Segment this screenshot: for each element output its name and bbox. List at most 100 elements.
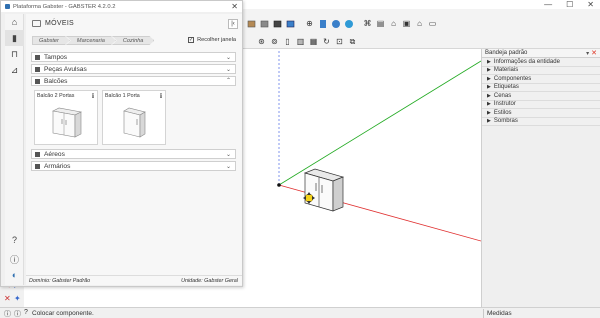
measurements-box[interactable]: Medidas: [483, 309, 600, 318]
product-card[interactable]: Balcão 2 Portas i: [34, 90, 98, 145]
close-icon[interactable]: ✕: [587, 0, 594, 9]
expand-arrow-icon: ▶: [487, 101, 491, 108]
box-icon[interactable]: [259, 18, 270, 29]
category-bullet-icon: [35, 163, 40, 169]
category-bullet-icon: [35, 151, 40, 157]
help-icon[interactable]: ?: [5, 232, 24, 248]
chevron-down-icon: ⌄: [225, 164, 231, 170]
move-icon[interactable]: ⊕: [304, 18, 315, 29]
gabster-brand-icon[interactable]: ◐: [5, 267, 24, 283]
collapse-window-checkbox[interactable]: ✓: [188, 37, 195, 43]
section-title: MÓVEIS: [45, 20, 75, 27]
tray-item-components[interactable]: ▶ Componentes: [482, 75, 600, 84]
sketchup-toolbar: ⊕ ⌘ ▤ ⌂ ▣ ⌂ ▭ ⊛ ⊚ ▯ ▥ ▦ ↻ ⊡ ⧉: [243, 9, 600, 49]
origin-point: [277, 183, 281, 187]
house-icon[interactable]: ▣: [401, 18, 412, 29]
tray-item-instructor[interactable]: ▶ Instrutor: [482, 100, 600, 109]
tray-item-scenes[interactable]: ▶ Cenas: [482, 92, 600, 101]
home-icon[interactable]: ⌂: [5, 14, 24, 30]
component-icon[interactable]: [343, 18, 354, 29]
component-icon[interactable]: ⌘: [362, 18, 373, 29]
category-list: Tampos ⌄ Peças Avulsas ⌄ Balcões ⌃ Balcã…: [31, 52, 236, 173]
geo-icon[interactable]: ⓘ: [14, 309, 21, 318]
select-icon[interactable]: ⊡: [334, 36, 345, 47]
maximize-icon[interactable]: ☐: [566, 0, 573, 9]
category-armarios[interactable]: Armários ⌄: [31, 161, 236, 171]
pin-icon[interactable]: ▾: [586, 51, 589, 57]
cabinet-thumbnail: [52, 107, 82, 138]
component-icon[interactable]: [317, 18, 328, 29]
breadcrumb-cozinha[interactable]: Cozinha: [112, 36, 155, 45]
chevron-up-icon: ⌃: [225, 78, 231, 84]
toolbar-row-1: ⊕ ⌘ ▤ ⌂ ▣ ⌂ ▭: [246, 18, 438, 29]
product-card[interactable]: Balcão 1 Porta i: [102, 90, 166, 145]
tray-item-tags[interactable]: ▶ Etiquetas: [482, 83, 600, 92]
component-icon[interactable]: ▤: [375, 18, 386, 29]
category-bullet-icon: [35, 78, 40, 84]
help-icon[interactable]: ?: [24, 309, 28, 318]
gabster-plugin-window: Plataforma Gabster - GABSTER 4.2.0.2 ✕ ⌂…: [0, 0, 243, 287]
plugin-titlebar[interactable]: Plataforma Gabster - GABSTER 4.2.0.2 ✕: [1, 1, 242, 12]
viewport-canvas: [277, 49, 481, 242]
plugin-footer: Domínio: Gabster Padrão Unidade: Gabster…: [26, 275, 242, 285]
fit-icon[interactable]: ⧉: [347, 36, 358, 47]
category-balcoes[interactable]: Balcões ⌃: [31, 76, 236, 86]
tray-item-materials[interactable]: ▶ Materiais: [482, 66, 600, 75]
plugin-close-icon[interactable]: ✕: [231, 2, 238, 11]
axes-tool-icon[interactable]: ✕: [4, 294, 11, 303]
tray-item-shadows[interactable]: ▶ Sombras: [482, 117, 600, 126]
breadcrumb-gabster[interactable]: Gabster: [32, 36, 70, 45]
section-icon[interactable]: ▥: [295, 36, 306, 47]
expand-arrow-icon: ▶: [487, 75, 491, 82]
gabster-logo-icon: [5, 4, 10, 9]
expand-arrow-icon: ▶: [487, 118, 491, 125]
rotate-icon[interactable]: ↻: [321, 36, 332, 47]
info-icon[interactable]: i: [92, 92, 94, 100]
section-header: MÓVEIS: [32, 20, 74, 27]
door-icon[interactable]: ⌂: [414, 18, 425, 29]
walk-tool-icon[interactable]: ✦: [14, 294, 21, 303]
window-controls: — ☐ ✕: [544, 0, 594, 9]
box-icon[interactable]: [272, 18, 283, 29]
catalog-icon[interactable]: ▮: [5, 30, 24, 46]
bag-icon[interactable]: ⊓: [5, 46, 24, 62]
green-axis: [278, 60, 481, 186]
collapse-window-option[interactable]: ✓ Recolher janela: [188, 37, 236, 43]
collapse-panel-button[interactable]: |‹: [228, 19, 238, 29]
section-icon[interactable]: ▦: [308, 36, 319, 47]
chevron-down-icon: ⌄: [225, 55, 231, 61]
pan-icon[interactable]: ⊚: [269, 36, 280, 47]
orbit-icon[interactable]: ⊛: [256, 36, 267, 47]
cabinet-model: [303, 168, 345, 212]
default-tray: Bandeja padrão ▾ ✕ ▶ Informações da entid…: [481, 49, 600, 307]
tray-close-icon[interactable]: ✕: [591, 50, 597, 57]
chevron-down-icon: ⌄: [225, 152, 231, 158]
box-icon[interactable]: [285, 18, 296, 29]
info-icon[interactable]: ⓘ: [5, 251, 24, 267]
ruler-icon[interactable]: ⊿: [5, 62, 24, 78]
category-pecas-avulsas[interactable]: Peças Avulsas ⌄: [31, 64, 236, 74]
status-text: Colocar componente.: [32, 310, 94, 317]
home-icon[interactable]: ⌂: [388, 18, 399, 29]
component-icon[interactable]: [330, 18, 341, 29]
breadcrumb-marcenaria[interactable]: Marcenaria: [66, 36, 116, 45]
minimize-icon[interactable]: —: [544, 0, 552, 9]
collapse-window-label: Recolher janela: [197, 37, 236, 43]
cabinet-thumbnail: [123, 107, 146, 138]
expand-arrow-icon: ▶: [487, 67, 491, 74]
tray-item-entity-info[interactable]: ▶ Informações da entidade: [482, 58, 600, 67]
3d-viewport[interactable]: [243, 49, 481, 307]
info-icon[interactable]: ⓘ: [4, 309, 11, 318]
chevron-down-icon: ⌄: [225, 67, 231, 73]
info-icon[interactable]: i: [160, 92, 162, 100]
product-grid: Balcão 2 Portas i Balcão 1 Porta i: [31, 88, 236, 146]
category-aereos[interactable]: Aéreos ⌄: [31, 149, 236, 159]
plugin-sidebar: ⌂ ▮ ⊓ ⊿ ? ⓘ ◐: [5, 14, 24, 285]
plugin-main-panel: MÓVEIS |‹ Gabster Marcenaria Cozinha ✓ R…: [26, 14, 242, 285]
section-icon[interactable]: ▯: [282, 36, 293, 47]
category-tampos[interactable]: Tampos ⌄: [31, 52, 236, 62]
window-icon[interactable]: ▭: [427, 18, 438, 29]
tray-item-styles[interactable]: ▶ Estilos: [482, 109, 600, 118]
breadcrumb: Gabster Marcenaria Cozinha: [32, 36, 150, 45]
box-icon[interactable]: [246, 18, 257, 29]
